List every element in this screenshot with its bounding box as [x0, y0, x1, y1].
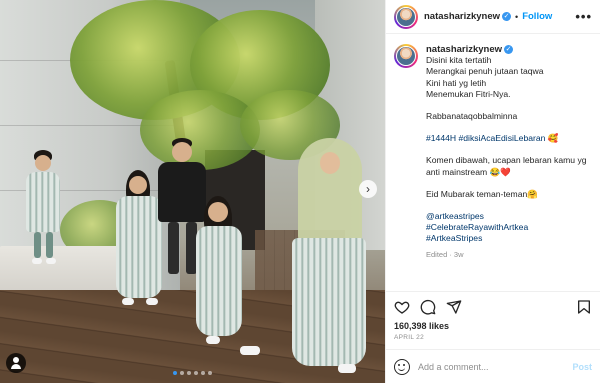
- post-comment-button[interactable]: Post: [572, 362, 592, 372]
- bookmark-icon[interactable]: [576, 299, 592, 315]
- comment-icon[interactable]: [420, 299, 436, 315]
- action-bar: [386, 291, 600, 321]
- comment-bar: Post: [386, 349, 600, 383]
- header-separator: •: [515, 11, 519, 22]
- carousel-dot[interactable]: [180, 371, 184, 375]
- caption-line: Disini kita tertatih: [426, 55, 492, 66]
- user-tag-icon[interactable]: [6, 353, 26, 373]
- caption-line: Kini hati yg letih: [426, 77, 487, 88]
- post-photo[interactable]: ›: [0, 0, 385, 383]
- post-date[interactable]: APRIL 22: [386, 331, 600, 349]
- caption-username[interactable]: natasharizkynew: [426, 44, 502, 55]
- caption-line[interactable]: #1444H #diksiAcaEdisiLebaran 🥰: [426, 133, 592, 144]
- comment-input[interactable]: [418, 361, 573, 372]
- carousel-dot[interactable]: [187, 371, 191, 375]
- caption-block: natasharizkynew ✓ Disini kita tertatih Me…: [386, 34, 600, 291]
- caption-line: Eid Mubarak teman-teman🤗: [426, 188, 538, 199]
- edited-label: Edited · 3w: [426, 249, 464, 259]
- caption-text: Disini kita tertatih Merangkai penuh juta…: [426, 55, 592, 244]
- likes-count[interactable]: 160,398 likes: [386, 321, 600, 331]
- smiley-icon[interactable]: [394, 358, 410, 375]
- caption-line[interactable]: @artkeastripes: [426, 211, 592, 222]
- avatar[interactable]: [394, 4, 418, 29]
- caption-line: Merangkai penuh jutaan taqwa: [426, 66, 544, 77]
- carousel-dots: [0, 371, 385, 375]
- carousel-dot[interactable]: [173, 371, 177, 375]
- caption-avatar[interactable]: [394, 44, 418, 68]
- carousel-dot[interactable]: [194, 371, 198, 375]
- caption-line: Menemukan Fitri-Nya.: [426, 88, 511, 99]
- verified-badge-icon: ✓: [504, 45, 514, 55]
- carousel-dot[interactable]: [208, 371, 212, 375]
- post-header: natasharizkynew ✓ • Follow •••: [386, 0, 600, 34]
- more-options-button[interactable]: •••: [575, 9, 592, 24]
- caption-line[interactable]: #ArtkeaStripes: [426, 233, 592, 244]
- carousel-dot[interactable]: [201, 371, 205, 375]
- heart-icon[interactable]: [394, 299, 410, 315]
- verified-badge-icon: ✓: [502, 12, 512, 21]
- instagram-post: › natasharizkynew ✓ • Follow ••• natasha…: [0, 0, 600, 383]
- caption-line: Rabbanataqobbalminna: [426, 111, 518, 122]
- caption-line[interactable]: #CelebrateRayawithArtkea: [426, 222, 592, 233]
- paper-plane-icon[interactable]: [446, 299, 462, 315]
- carousel-next-button[interactable]: ›: [359, 180, 377, 198]
- post-side-panel: natasharizkynew ✓ • Follow ••• natashari…: [385, 0, 600, 383]
- caption-line: Komen dibawah, ucapan lebaran kamu yg an…: [426, 155, 589, 177]
- header-username[interactable]: natasharizkynew: [424, 11, 500, 22]
- follow-button[interactable]: Follow: [522, 11, 552, 22]
